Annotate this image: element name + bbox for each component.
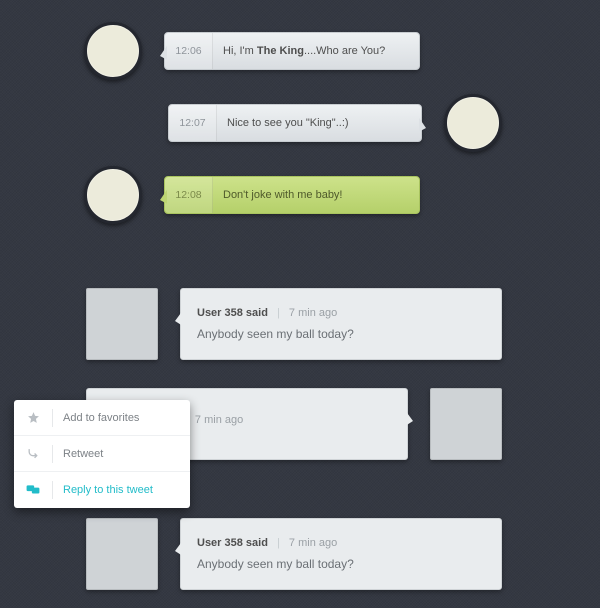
avatar[interactable] bbox=[444, 94, 502, 152]
chat-bubble[interactable]: 12:06 Hi, I'm The King....Who are You? bbox=[164, 32, 420, 70]
feed-meta: User 358 said | 7 min ago bbox=[197, 307, 485, 319]
menu-item-retweet[interactable]: Retweet bbox=[14, 436, 190, 472]
timestamp: 12:07 bbox=[169, 105, 217, 141]
chat-row: 12:07 Nice to see you "King"..:) bbox=[0, 94, 600, 152]
avatar[interactable] bbox=[84, 166, 142, 224]
avatar-square[interactable] bbox=[86, 518, 158, 590]
feed-age: 7 min ago bbox=[289, 537, 337, 549]
avatar[interactable] bbox=[84, 22, 142, 80]
chat-row: 12:08 Don't joke with me baby! bbox=[0, 166, 600, 224]
avatar-square[interactable] bbox=[86, 288, 158, 360]
feed-card[interactable]: User 358 said | 7 min ago Anybody seen m… bbox=[180, 288, 502, 360]
feed-user: User 358 said bbox=[197, 307, 268, 319]
feed-row: User 358 said | 7 min ago Anybody seen m… bbox=[86, 518, 502, 590]
chat-message: Nice to see you "King"..:) bbox=[227, 117, 349, 129]
feed-user: User 358 said bbox=[197, 537, 268, 549]
menu-label: Retweet bbox=[63, 448, 103, 460]
context-menu: Add to favorites Retweet Reply to this t… bbox=[14, 400, 190, 508]
feed-age: 7 min ago bbox=[195, 414, 243, 426]
chat-row: 12:06 Hi, I'm The King....Who are You? bbox=[0, 22, 600, 80]
menu-label: Add to favorites bbox=[63, 412, 139, 424]
menu-item-favorite[interactable]: Add to favorites bbox=[14, 400, 190, 436]
feed-meta: User 358 said | 7 min ago bbox=[197, 537, 485, 549]
feed-body: Anybody seen my ball today? bbox=[197, 557, 485, 571]
feed-body: Anybody seen my ball today? bbox=[197, 327, 485, 341]
star-icon bbox=[24, 411, 42, 424]
chat-bubble-highlight[interactable]: 12:08 Don't joke with me baby! bbox=[164, 176, 420, 214]
chat-message: Hi, I'm The King....Who are You? bbox=[223, 45, 385, 57]
menu-item-reply[interactable]: Reply to this tweet bbox=[14, 472, 190, 508]
timestamp: 12:08 bbox=[165, 177, 213, 213]
menu-label: Reply to this tweet bbox=[63, 484, 153, 496]
feed-age: 7 min ago bbox=[289, 307, 337, 319]
feed-row: User 358 said | 7 min ago Anybody seen m… bbox=[86, 288, 502, 360]
retweet-icon bbox=[24, 447, 42, 460]
reply-icon bbox=[24, 484, 42, 496]
timestamp: 12:06 bbox=[165, 33, 213, 69]
feed-card[interactable]: User 358 said | 7 min ago Anybody seen m… bbox=[180, 518, 502, 590]
chat-message: Don't joke with me baby! bbox=[223, 189, 343, 201]
avatar-square[interactable] bbox=[430, 388, 502, 460]
chat-bubble[interactable]: 12:07 Nice to see you "King"..:) bbox=[168, 104, 422, 142]
